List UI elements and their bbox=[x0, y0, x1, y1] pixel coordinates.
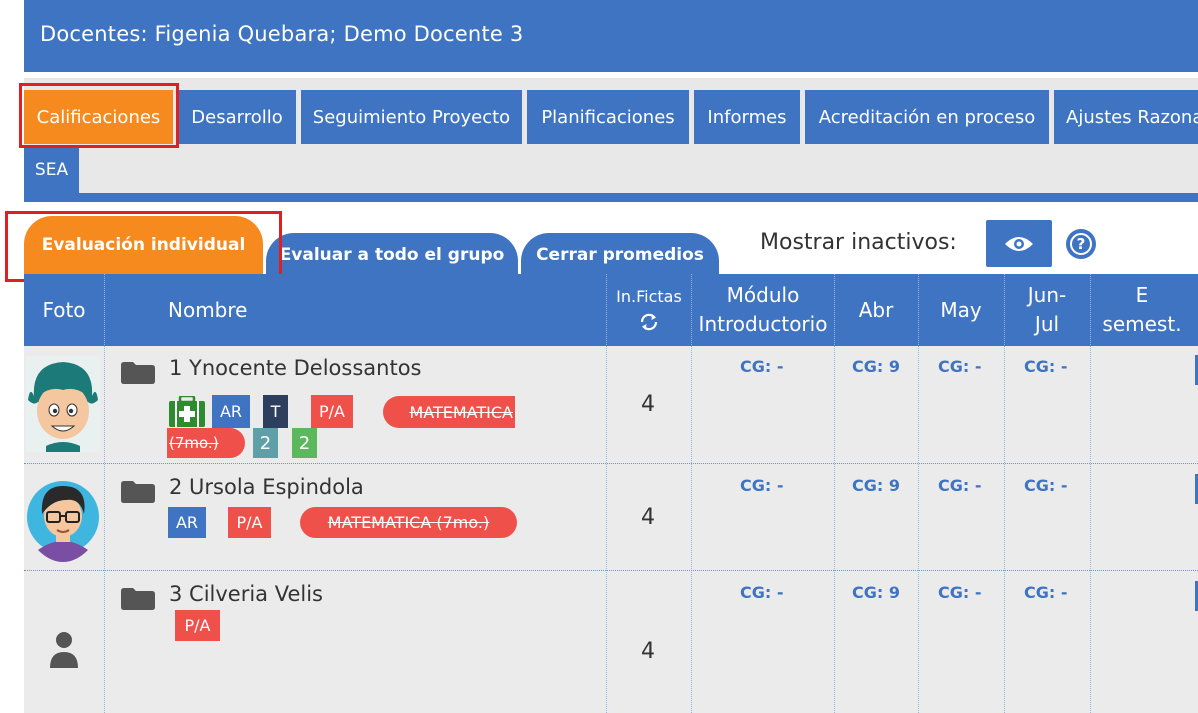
badge-ar: AR bbox=[212, 395, 250, 428]
grade-cell[interactable]: CG: - bbox=[938, 583, 981, 602]
column-divider bbox=[104, 274, 105, 713]
tab-ajustes-razonables[interactable]: Ajustes Razona bbox=[1054, 90, 1198, 144]
fictas-value[interactable]: 4 bbox=[641, 639, 655, 664]
eye-icon bbox=[1005, 236, 1033, 251]
grade-cell[interactable]: CG: - bbox=[938, 357, 981, 376]
col-jun-line2: Jul bbox=[1034, 312, 1060, 336]
grade-cell[interactable]: CG: - bbox=[740, 583, 783, 602]
grade-cell[interactable]: CG: - bbox=[740, 357, 783, 376]
tab-informes[interactable]: Informes bbox=[694, 90, 800, 144]
col-e-line2: semest. bbox=[1102, 312, 1182, 336]
col-foto: Foto bbox=[42, 297, 86, 322]
help-button[interactable]: ? bbox=[1066, 229, 1096, 259]
avatar bbox=[26, 356, 100, 452]
column-divider bbox=[918, 274, 919, 713]
col-fictas-label: In.Fictas bbox=[616, 287, 682, 306]
first-aid-icon[interactable] bbox=[167, 394, 207, 428]
folder-icon[interactable] bbox=[121, 362, 155, 384]
badge-pa: P/A bbox=[228, 507, 271, 538]
fictas-value[interactable]: 4 bbox=[641, 505, 655, 530]
tab-acreditacion-en-proceso[interactable]: Acreditación en proceso bbox=[805, 90, 1049, 144]
col-modulo-line2: Introductorio bbox=[698, 312, 828, 336]
subtab-cerrar-promedios[interactable]: Cerrar promedios bbox=[521, 233, 719, 274]
column-divider bbox=[1090, 274, 1091, 713]
col-modulo-introductorio: Módulo Introductorio bbox=[692, 274, 834, 346]
grade-cell[interactable]: CG: 9 bbox=[852, 583, 900, 602]
help-icon: ? bbox=[1070, 233, 1092, 255]
col-fictas[interactable]: In.Fictas bbox=[607, 274, 691, 346]
badge-count: 2 bbox=[253, 428, 278, 458]
student-name[interactable]: 2 Ursola Espindola bbox=[169, 475, 364, 499]
tab-calificaciones[interactable]: Calificaciones bbox=[24, 90, 173, 144]
badge-pa: P/A bbox=[311, 395, 353, 428]
fictas-value[interactable]: 4 bbox=[641, 392, 655, 417]
column-divider bbox=[1004, 274, 1005, 713]
subject-pill[interactable]: MATEMATICA bbox=[383, 396, 515, 428]
folder-icon[interactable] bbox=[121, 588, 155, 610]
folder-icon[interactable] bbox=[121, 481, 155, 503]
badge-t: T bbox=[263, 395, 288, 428]
grade-cell[interactable]: CG: 9 bbox=[852, 476, 900, 495]
col-jun-jul: Jun- Jul bbox=[1004, 274, 1090, 346]
col-modulo-line1: Módulo bbox=[726, 283, 800, 307]
badge-count: 2 bbox=[292, 428, 317, 458]
grade-cell[interactable]: CG: - bbox=[1024, 476, 1067, 495]
col-may: May bbox=[940, 297, 982, 322]
col-e-semest: E semest. bbox=[1090, 274, 1194, 346]
show-inactive-label: Mostrar inactivos: bbox=[760, 230, 957, 255]
subtab-evaluacion-individual[interactable]: Evaluación individual bbox=[24, 216, 263, 274]
subject-pill[interactable]: MATEMATICA (7mo.) bbox=[300, 507, 517, 538]
student-name[interactable]: 3 Cilveria Velis bbox=[169, 582, 323, 606]
col-e-line1: E bbox=[1135, 283, 1149, 307]
tab-sea[interactable]: SEA bbox=[24, 145, 79, 194]
show-inactive-button[interactable] bbox=[986, 220, 1052, 267]
column-divider bbox=[834, 274, 835, 713]
col-nombre: Nombre bbox=[168, 297, 248, 322]
tab-planificaciones[interactable]: Planificaciones bbox=[527, 90, 689, 144]
student-avatar-boy bbox=[28, 362, 98, 452]
badge-ar: AR bbox=[168, 507, 206, 538]
grade-cell[interactable]: CG: - bbox=[1024, 357, 1067, 376]
row-divider bbox=[24, 463, 1198, 464]
subtab-evaluar-grupo[interactable]: Evaluar a todo el grupo bbox=[266, 233, 518, 274]
page-title: Docentes: Figenia Quebara; Demo Docente … bbox=[40, 22, 524, 46]
column-divider bbox=[606, 274, 607, 713]
avatar bbox=[26, 470, 100, 564]
row-divider bbox=[24, 570, 1198, 571]
student-avatar-glasses bbox=[27, 481, 99, 562]
column-divider bbox=[691, 274, 692, 713]
subject-pill-cont[interactable]: (7mo.) bbox=[167, 428, 245, 458]
tab-seguimiento-proyecto[interactable]: Seguimiento Proyecto bbox=[301, 90, 522, 144]
col-abr: Abr bbox=[858, 297, 894, 322]
student-name[interactable]: 1 Ynocente Delossantos bbox=[169, 356, 421, 380]
nav-divider bbox=[24, 193, 1198, 202]
grade-cell[interactable]: CG: 9 bbox=[852, 357, 900, 376]
grade-cell[interactable]: CG: - bbox=[938, 476, 981, 495]
user-icon bbox=[50, 632, 78, 668]
tab-desarrollo[interactable]: Desarrollo bbox=[178, 90, 296, 144]
grade-cell[interactable]: CG: - bbox=[1024, 583, 1067, 602]
grade-cell[interactable]: CG: - bbox=[740, 476, 783, 495]
col-jun-line1: Jun- bbox=[1027, 283, 1067, 307]
scroll-edge bbox=[1193, 274, 1198, 284]
refresh-icon[interactable] bbox=[638, 311, 660, 333]
badge-pa: P/A bbox=[175, 610, 220, 641]
